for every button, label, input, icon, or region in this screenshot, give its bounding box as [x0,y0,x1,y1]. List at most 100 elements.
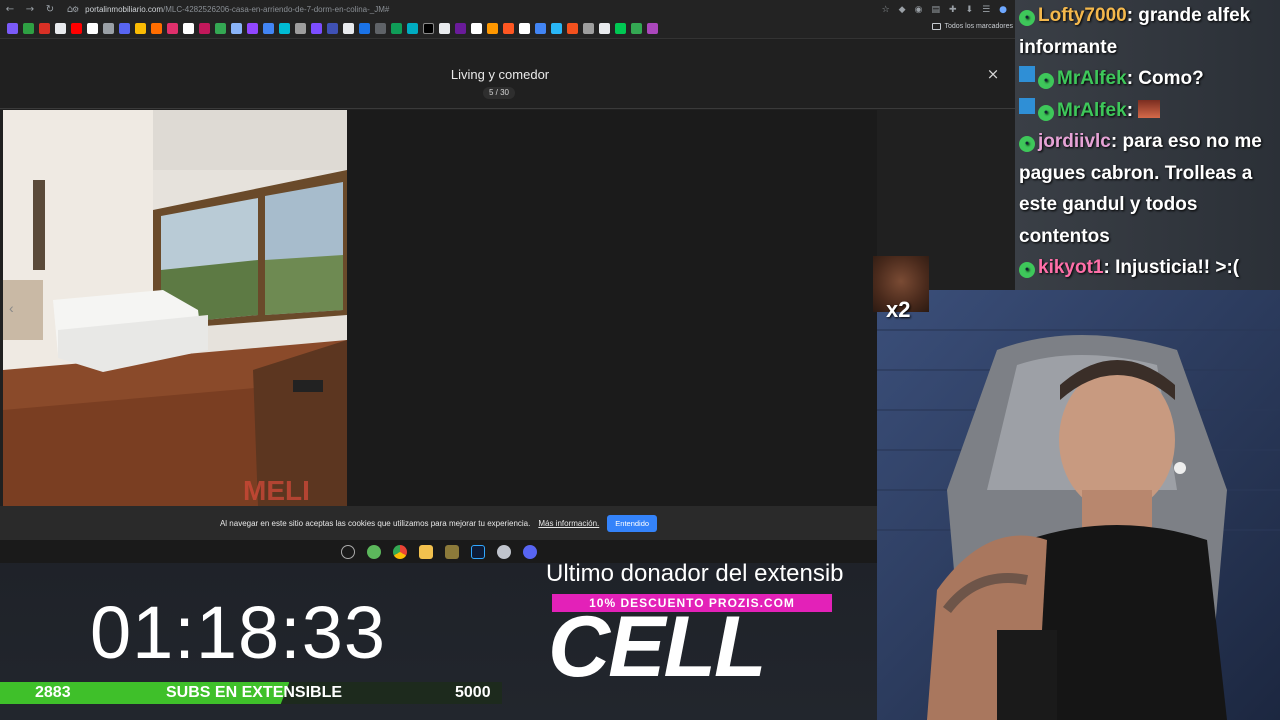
gallery-title: Living y comedor [450,67,550,82]
bookmark-icon[interactable] [55,23,66,34]
bookmark-icon[interactable] [583,23,594,34]
all-bookmarks-folder[interactable]: Todos los marcadores [931,23,1013,30]
bookmark-icon[interactable] [311,23,322,34]
url-site: portalinmobiliario.com [85,5,163,14]
bookmark-icon[interactable] [151,23,162,34]
site-info-icon[interactable]: ⚙ [72,3,79,16]
cast-icon[interactable]: ◉ [915,5,923,15]
chat-username: Lofty7000 [1038,5,1127,26]
chat-message: ● MrAlfek: Como? [1015,63,1280,95]
stream-chat: ● Lofty7000: grande alfek informante ● MrA… [1015,0,1280,290]
bookmark-icon[interactable] [599,23,610,34]
cookie-more-info-link[interactable]: Más información. [538,519,599,528]
bookmark-icon[interactable] [199,23,210,34]
gallery-backdrop [347,110,877,506]
bookmark-icon[interactable] [535,23,546,34]
bookmark-icon[interactable] [375,23,386,34]
bookmark-icon[interactable] [39,23,50,34]
subs-label: SUBS EN EXTENSIBLE [166,684,343,701]
bookmark-icon[interactable] [423,23,434,34]
download-icon[interactable]: ⬇ [966,5,974,15]
puzzle-icon[interactable]: ✚ [949,5,957,15]
back-icon[interactable]: ← [0,0,20,19]
subathon-timer: 01:18:33 [90,591,387,674]
menu-icon[interactable]: ☰ [982,5,990,15]
cookie-accept-button[interactable]: Entendido [607,514,658,532]
bookmark-icon[interactable] [647,23,658,34]
chat-text: : [1126,99,1134,121]
extension-icon[interactable]: ◆ [899,5,906,15]
bookmark-icon[interactable] [119,23,130,34]
bookmark-icon[interactable] [247,23,258,34]
chat-username: kikyot1 [1038,257,1104,278]
bookmark-star-icon[interactable]: ☆ [882,5,890,15]
file-explorer-icon[interactable] [418,544,433,559]
bookmark-icon[interactable] [215,23,226,34]
bookmark-icon[interactable] [167,23,178,34]
chat-message: ● MrAlfek: [1015,95,1280,127]
chat-message: ● jordiivlc: para eso no me pagues cabron… [1015,126,1280,252]
reload-icon[interactable]: ↻ [40,0,60,19]
url-field[interactable]: ⚙ portalinmobiliario.com/MLC-4282526206-… [72,3,832,16]
prev-photo-icon[interactable]: ‹ [9,300,14,316]
bookmark-icon[interactable] [135,23,146,34]
chat-username: jordiivlc [1038,131,1111,152]
photoshop-icon[interactable] [470,544,485,559]
bookmark-icon[interactable] [279,23,290,34]
bookmark-icon[interactable] [503,23,514,34]
url-path: /MLC-4282526206-casa-en-arriendo-de-7-do… [162,5,390,14]
badge-icon: ● [1019,262,1035,278]
bookmark-icon[interactable] [615,23,626,34]
forward-icon[interactable]: → [20,0,40,19]
app-icon[interactable] [366,544,381,559]
chrome-icon[interactable] [392,544,407,559]
chat-message: ● Lofty7000: grande alfek informante [1015,0,1280,63]
bookmark-icon[interactable] [71,23,82,34]
bookmark-icon[interactable] [103,23,114,34]
bookmark-icon[interactable] [327,23,338,34]
bookmark-icon[interactable] [359,23,370,34]
folder-icon [931,23,941,30]
bookmark-icon[interactable] [343,23,354,34]
bookmark-icon[interactable] [295,23,306,34]
bookmark-icon[interactable] [23,23,34,34]
close-gallery-button[interactable]: × [985,66,1001,82]
bookmark-icon[interactable] [183,23,194,34]
bookmark-icon[interactable] [631,23,642,34]
bookmark-icon[interactable] [231,23,242,34]
app-icon[interactable] [496,544,511,559]
bookmark-icon[interactable] [263,23,274,34]
gallery-photo[interactable]: MELI ‹ [3,110,347,506]
listing-gallery: Living y comedor 5 / 30 × MELI ‹ Al nave… [0,40,1015,563]
emote-icon [1138,99,1161,118]
living-room-photo [3,110,347,506]
streamer-camera [877,290,1280,720]
bookmark-icon[interactable] [567,23,578,34]
address-bar: ← → ↻ ⌂ ⚙ portalinmobiliario.com/MLC-428… [0,0,1015,19]
settings-icon[interactable] [340,544,355,559]
bookmark-icon[interactable] [407,23,418,34]
stream-screen: ← → ↻ ⌂ ⚙ portalinmobiliario.com/MLC-428… [0,0,1280,720]
chat-text: : Como? [1126,68,1204,89]
bookmark-icon[interactable] [455,23,466,34]
bookmark-icon[interactable] [7,23,18,34]
last-donor-label: Ultimo donador del extensib [546,560,844,587]
bookmark-icon[interactable] [439,23,450,34]
app-icon[interactable] [444,544,459,559]
app-icon[interactable] [522,544,537,559]
browser-window: ← → ↻ ⌂ ⚙ portalinmobiliario.com/MLC-428… [0,0,1015,563]
bookmark-icon[interactable] [551,23,562,34]
badge-icon: ● [1038,73,1054,89]
reader-icon[interactable]: ▤ [931,5,940,15]
bookmark-icon[interactable] [87,23,98,34]
bookmark-icon[interactable] [391,23,402,34]
chat-username: MrAlfek [1057,99,1127,121]
profile-avatar[interactable]: ● [999,5,1007,15]
bookmark-icon[interactable] [519,23,530,34]
bookmarks-bar: Todos los marcadores [0,19,1015,39]
chat-username: MrAlfek [1057,68,1127,89]
bookmark-icon[interactable] [471,23,482,34]
bookmark-icon[interactable] [487,23,498,34]
mod-badge-icon [1019,97,1035,114]
subs-count: 2883 [35,684,71,701]
